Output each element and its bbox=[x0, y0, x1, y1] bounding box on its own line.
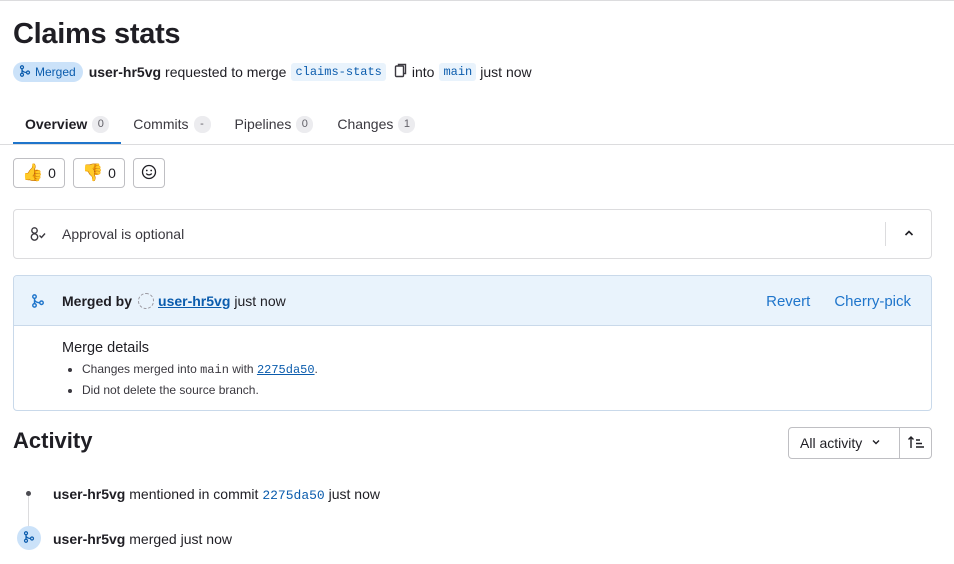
merged-header: Merged by user-hr5vg just now Revert Che… bbox=[14, 276, 931, 326]
merge-icon bbox=[14, 293, 62, 309]
list-item: Changes merged into main with 2275da50. bbox=[82, 362, 931, 377]
merge-icon bbox=[23, 530, 35, 546]
details-text: with bbox=[232, 362, 254, 376]
merge-actions: Revert Cherry-pick bbox=[766, 276, 911, 326]
details-text: . bbox=[314, 362, 318, 376]
note-text: mentioned in commit bbox=[129, 486, 259, 502]
tabs-divider bbox=[0, 144, 954, 145]
thumbs-up-button[interactable]: 👍 0 bbox=[13, 158, 65, 188]
chevron-down-icon bbox=[870, 435, 882, 451]
merge-details: Merge details Changes merged into main w… bbox=[14, 326, 931, 397]
page-title: Claims stats bbox=[13, 18, 181, 50]
tab-label: Pipelines bbox=[234, 116, 292, 132]
merge-details-list: Changes merged into main with 2275da50. … bbox=[62, 362, 931, 397]
commit-sha-link[interactable]: 2275da50 bbox=[257, 363, 315, 377]
activity-filter-label: All activity bbox=[800, 435, 863, 451]
approval-widget: Approval is optional bbox=[13, 209, 932, 259]
activity-note: user-hr5vg merged just now bbox=[53, 531, 232, 547]
status-badge-label: Merged bbox=[35, 65, 76, 79]
note-author[interactable]: user-hr5vg bbox=[53, 486, 125, 502]
thumbs-down-count: 0 bbox=[108, 165, 116, 181]
status-badge: Merged bbox=[13, 62, 83, 82]
tab-commits[interactable]: Commits - bbox=[121, 104, 222, 144]
merged-widget: Merged by user-hr5vg just now Revert Che… bbox=[13, 275, 932, 411]
note-time: just now bbox=[328, 486, 380, 502]
copy-branch-button[interactable] bbox=[394, 63, 408, 81]
activity-filter-dropdown[interactable]: All activity bbox=[788, 427, 900, 459]
award-emoji-bar: 👍 0 👎 0 bbox=[13, 158, 165, 188]
timeline-line bbox=[28, 494, 29, 530]
tab-count: 0 bbox=[92, 115, 110, 133]
tab-count: - bbox=[193, 115, 211, 133]
avatar bbox=[138, 292, 155, 309]
requested-text: requested to merge bbox=[165, 64, 287, 80]
cherry-pick-button[interactable]: Cherry-pick bbox=[834, 293, 911, 310]
approval-text: Approval is optional bbox=[62, 226, 185, 242]
tab-count: 0 bbox=[296, 115, 314, 133]
merge-event-icon bbox=[17, 526, 41, 550]
timeline-dot bbox=[26, 491, 31, 496]
tab-pipelines[interactable]: Pipelines 0 bbox=[223, 104, 326, 144]
collapse-approval-button[interactable] bbox=[901, 225, 917, 244]
thumbs-up-count: 0 bbox=[48, 165, 56, 181]
note-time: just now bbox=[180, 531, 232, 547]
details-branch: main bbox=[200, 363, 229, 377]
top-border bbox=[0, 0, 954, 1]
tab-changes[interactable]: Changes 1 bbox=[325, 104, 427, 144]
note-text: merged bbox=[129, 531, 177, 547]
merged-by-label: Merged by bbox=[62, 292, 133, 309]
activity-heading: Activity bbox=[13, 428, 93, 453]
merge-details-title: Merge details bbox=[62, 340, 150, 356]
source-branch[interactable]: claims-stats bbox=[291, 63, 386, 81]
thumbs-up-icon: 👍 bbox=[22, 163, 44, 182]
sort-icon bbox=[907, 435, 925, 452]
commit-sha-link[interactable]: 2275da50 bbox=[262, 488, 324, 503]
merged-by-user-link[interactable]: user-hr5vg bbox=[158, 293, 230, 309]
revert-button[interactable]: Revert bbox=[766, 293, 810, 310]
tab-label: Commits bbox=[133, 116, 189, 132]
add-reaction-button[interactable] bbox=[132, 158, 165, 188]
merge-icon bbox=[19, 64, 31, 80]
into-text: into bbox=[411, 64, 435, 80]
smiley-icon bbox=[141, 164, 157, 183]
mr-tabs: Overview 0 Commits - Pipelines 0 Changes… bbox=[13, 104, 427, 144]
mr-meta: Merged user-hr5vg requested to merge cla… bbox=[13, 61, 532, 83]
divider bbox=[885, 222, 886, 246]
sort-direction-button[interactable] bbox=[899, 427, 932, 459]
activity-note: user-hr5vg mentioned in commit 2275da50 … bbox=[53, 486, 380, 503]
tab-label: Changes bbox=[337, 116, 394, 132]
time-text: just now bbox=[480, 64, 532, 80]
chevron-up-icon bbox=[901, 228, 917, 244]
merged-time: just now bbox=[234, 292, 286, 309]
note-author[interactable]: user-hr5vg bbox=[53, 531, 125, 547]
tab-count: 1 bbox=[398, 115, 416, 133]
thumbs-down-button[interactable]: 👎 0 bbox=[72, 158, 125, 188]
details-text: Changes merged into bbox=[82, 362, 197, 376]
thumbs-down-icon: 👎 bbox=[81, 163, 104, 182]
tab-overview[interactable]: Overview 0 bbox=[13, 104, 121, 144]
target-branch[interactable]: main bbox=[439, 63, 477, 81]
copy-icon bbox=[394, 63, 408, 81]
list-item: Did not delete the source branch. bbox=[82, 383, 931, 397]
tab-label: Overview bbox=[25, 116, 88, 132]
author-link[interactable]: user-hr5vg bbox=[89, 64, 161, 80]
approval-icon bbox=[14, 226, 62, 242]
